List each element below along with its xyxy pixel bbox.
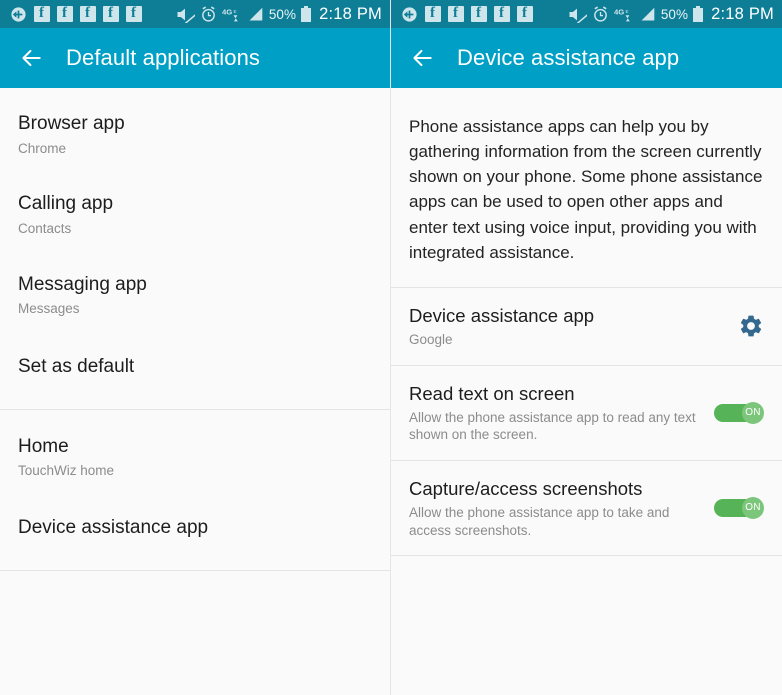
page-title: Device assistance app [457,45,680,70]
list-item-subtitle: Google [409,332,453,348]
facebook-icon [103,4,119,22]
right-panel-device-assistance-app: 4G E 50% 2:18 PM Device assistance app P [391,0,782,695]
status-bar-notification-icons [10,4,175,23]
list-item-subtitle: Messages [18,301,80,317]
toggle-label: ON [745,502,761,514]
4g-lte-icon: 4G E [614,7,630,21]
status-bar-notification-icons [401,4,567,23]
facebook-icon [517,4,533,22]
list-item-capture-access-screenshots[interactable]: Capture/access screenshots Allow the pho… [391,461,782,555]
list-item-title: Calling app [18,193,114,215]
list-item-title: Home [18,435,69,457]
toggle-label: ON [745,407,761,419]
status-bar-left: 4G E 50% 2:18 PM [0,0,390,28]
signal-bars-icon [641,7,655,20]
list-item-subtitle: Chrome [18,140,67,156]
back-arrow-icon[interactable] [18,45,44,71]
facebook-icon [126,4,142,22]
list-item-title: Browser app [18,113,125,134]
facebook-icon [448,4,464,22]
gear-icon[interactable] [738,313,764,339]
mute-icon [177,8,195,23]
back-arrow-icon[interactable] [409,45,435,71]
list-item-subtitle: Allow the phone assistance app to take a… [409,504,670,538]
list-item-device-assistance-app[interactable]: Device assistance app Google [391,288,782,365]
app-bar-right: Device assistance app [391,28,782,88]
battery-percent-label: 50% [268,6,297,22]
alarm-icon [201,5,215,22]
battery-icon [693,6,704,22]
list-item-messaging-app[interactable]: Messaging app Messages [0,238,390,318]
section-divider [0,569,390,571]
add-circle-icon [11,6,26,22]
toggle-capture-access-screenshots[interactable]: ON [714,496,764,519]
battery-icon [301,6,312,22]
svg-text:4G: 4G [222,7,232,16]
default-applications-list: Browser app Chrome Calling app Contacts … [0,88,390,571]
list-item-title: Device assistance app [18,516,209,538]
list-item-read-text-on-screen[interactable]: Read text on screen Allow the phone assi… [391,366,782,460]
facebook-icon [494,4,510,22]
svg-text:E: E [625,8,628,13]
toggle-read-text-on-screen[interactable]: ON [714,401,764,424]
left-panel-default-applications: 4G E 50% 2:18 PM Default applications [0,0,391,695]
list-item-device-assistance-app[interactable]: Device assistance app [0,480,390,570]
list-item-title: Set as default [18,355,135,377]
mute-icon [569,8,587,23]
signal-bars-icon [249,7,263,20]
facebook-icon [34,4,50,22]
list-item-browser-app[interactable]: Browser app Chrome [0,88,390,157]
page-title: Default applications [66,45,261,70]
status-bar-system-icons: 4G E 50% 2:18 PM [567,5,774,24]
list-item-title: Device assistance app [409,304,595,326]
alarm-icon [593,5,607,22]
facebook-icon [425,4,441,22]
status-bar-clock: 2:18 PM [711,4,774,23]
list-item-subtitle: Contacts [18,221,72,237]
toggle-thumb: ON [742,401,764,424]
facebook-icon [80,4,96,22]
add-circle-icon [402,6,417,22]
description-text: Phone assistance apps can help you by ga… [409,117,763,262]
battery-percent-label: 50% [660,6,689,22]
app-bar-left: Default applications [0,28,390,88]
status-bar-clock: 2:18 PM [319,4,382,23]
list-item-calling-app[interactable]: Calling app Contacts [0,157,390,237]
list-item-subtitle: TouchWiz home [18,463,115,479]
section-divider [391,555,782,557]
list-item-title: Capture/access screenshots [409,477,643,499]
list-item-subtitle: Allow the phone assistance app to read a… [409,409,696,443]
list-item-title: Messaging app [18,273,147,295]
toggle-thumb: ON [742,496,764,519]
facebook-icon [57,4,73,22]
status-bar-system-icons: 4G E 50% 2:18 PM [175,5,382,24]
svg-text:4G: 4G [614,7,624,16]
svg-text:E: E [233,8,236,13]
dual-pane-screenshot: 4G E 50% 2:18 PM Default applications [0,0,782,695]
facebook-icon [471,4,487,22]
list-item-home[interactable]: Home TouchWiz home [0,410,390,480]
device-assistance-content: Phone assistance apps can help you by ga… [391,88,782,557]
list-item-set-as-default[interactable]: Set as default [0,318,390,409]
list-item-title: Read text on screen [409,382,575,404]
status-bar-right: 4G E 50% 2:18 PM [391,0,782,28]
4g-lte-icon: 4G E [222,7,238,21]
